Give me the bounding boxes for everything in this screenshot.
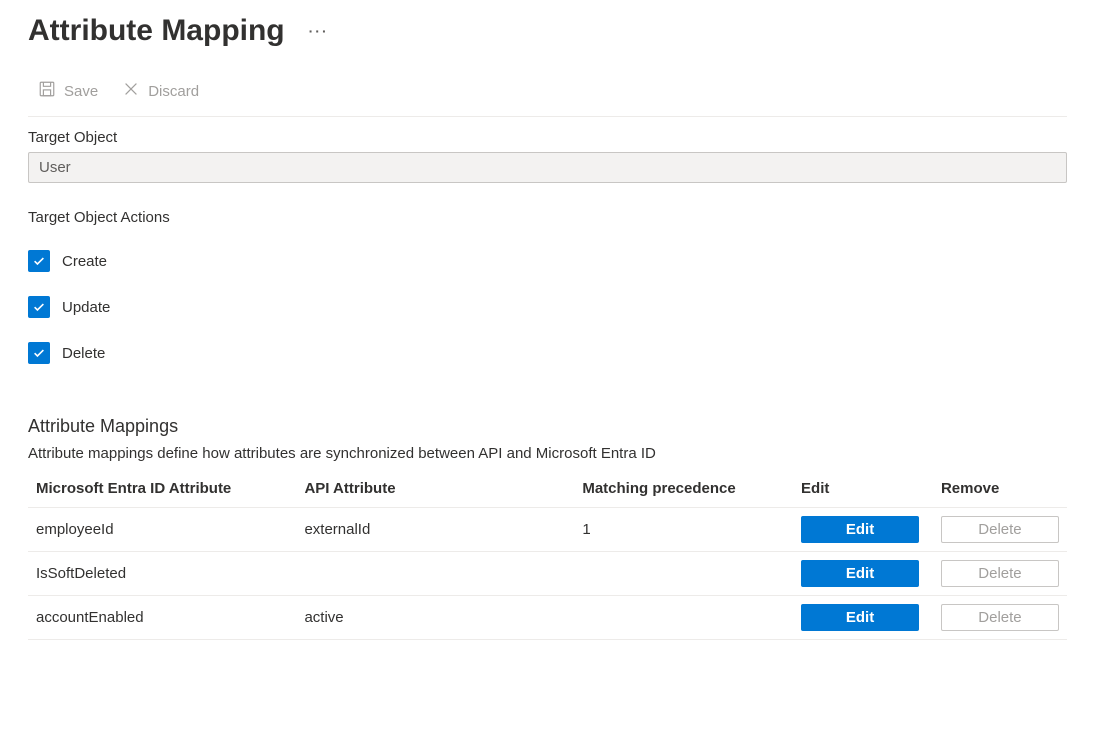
col-header-remove: Remove [933,472,1067,508]
mappings-table: Microsoft Entra ID Attribute API Attribu… [28,472,1067,640]
checkbox-checked-icon [28,250,50,272]
checkbox-label: Update [62,299,110,316]
mappings-description: Attribute mappings define how attributes… [28,445,1067,462]
delete-button[interactable]: Delete [941,516,1059,543]
col-header-edit: Edit [793,472,933,508]
table-row: accountEnabled active Edit Delete [28,596,1067,640]
checkbox-checked-icon [28,342,50,364]
delete-button[interactable]: Delete [941,560,1059,587]
cell-entra: IsSoftDeleted [28,552,296,596]
cell-api: active [296,596,574,640]
save-label: Save [64,83,98,100]
checkbox-create[interactable]: Create [28,250,1067,272]
checkbox-update[interactable]: Update [28,296,1067,318]
checkbox-checked-icon [28,296,50,318]
delete-button[interactable]: Delete [941,604,1059,631]
cell-api: externalId [296,508,574,552]
toolbar: Save Discard [28,76,1067,117]
close-icon [122,80,140,102]
target-object-section: Target Object [28,129,1067,183]
cell-entra: employeeId [28,508,296,552]
table-row: IsSoftDeleted Edit Delete [28,552,1067,596]
table-row: employeeId externalId 1 Edit Delete [28,508,1067,552]
mappings-heading: Attribute Mappings [28,416,1067,437]
cell-entra: accountEnabled [28,596,296,640]
target-object-actions-section: Target Object Actions Create Update Dele… [28,209,1067,364]
discard-label: Discard [148,83,199,100]
discard-button[interactable]: Discard [112,76,209,106]
checkbox-delete[interactable]: Delete [28,342,1067,364]
edit-button[interactable]: Edit [801,560,919,587]
col-header-matching: Matching precedence [574,472,793,508]
col-header-api: API Attribute [296,472,574,508]
cell-matching: 1 [574,508,793,552]
save-button[interactable]: Save [28,76,108,106]
checkbox-label: Delete [62,345,105,362]
page-title: Attribute Mapping [28,14,285,48]
edit-button[interactable]: Edit [801,516,919,543]
save-icon [38,80,56,102]
checkbox-label: Create [62,253,107,270]
cell-matching [574,552,793,596]
page-header: Attribute Mapping ··· [28,14,1067,48]
target-object-actions-label: Target Object Actions [28,209,1067,226]
cell-api [296,552,574,596]
col-header-entra: Microsoft Entra ID Attribute [28,472,296,508]
more-icon[interactable]: ··· [309,23,329,39]
target-object-input[interactable] [28,152,1067,183]
target-object-label: Target Object [28,129,1067,146]
cell-matching [574,596,793,640]
attribute-mappings-section: Attribute Mappings Attribute mappings de… [28,416,1067,640]
edit-button[interactable]: Edit [801,604,919,631]
